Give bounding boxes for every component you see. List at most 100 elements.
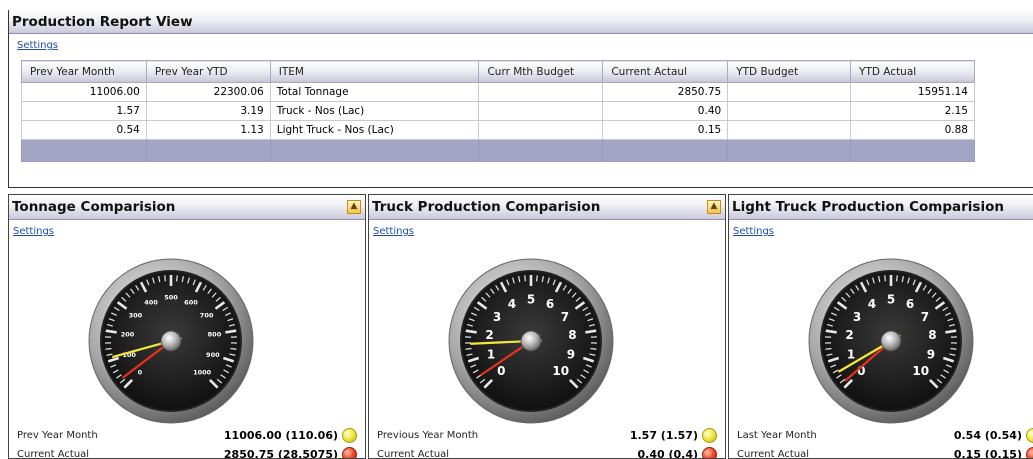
gauge-tick-label: 900 <box>206 351 220 359</box>
red-status-icon <box>702 446 717 458</box>
light-truck-gauge: 01234 5 678910 <box>808 258 974 424</box>
report-settings-link[interactable]: Settings <box>17 40 58 51</box>
gauge-major-tick <box>585 329 597 334</box>
table-cell: 1.57 <box>21 101 147 121</box>
gauge-tick-label: 600 <box>184 298 198 306</box>
column-header[interactable]: ITEM <box>269 60 480 83</box>
footer-cell <box>269 139 480 162</box>
tonnage-gauge: 01002003004005006007008009001000 <box>88 258 254 424</box>
table-cell <box>727 101 852 121</box>
table-row[interactable]: 0.54 1.13 Light Truck - Nos (Lac) 0.15 0… <box>21 120 975 140</box>
table-cell: 3.19 <box>145 101 271 121</box>
table-cell <box>727 82 852 102</box>
gauge-major-tick <box>945 329 957 334</box>
gauge-minor-tick <box>590 347 597 350</box>
gauge-minor-tick <box>524 275 526 282</box>
metric-label: Previous Year Month <box>377 429 479 441</box>
light-truck-production-panel: Light Truck Production Comparision Setti… <box>728 194 1033 459</box>
table-cell: 11006.00 <box>21 82 147 102</box>
gauge-minor-tick <box>884 275 886 282</box>
red-status-icon <box>342 446 357 458</box>
column-header[interactable]: Prev Year YTD <box>145 60 271 83</box>
table-cell: 0.40 <box>602 101 729 121</box>
metric-value: 1.57 (1.57) <box>629 428 698 442</box>
table-cell: 1.13 <box>145 120 271 140</box>
gauge-tick-label: 0 <box>497 364 505 378</box>
gauge-minor-tick <box>950 347 957 350</box>
gauge-minor-tick <box>105 347 112 350</box>
gauge-tick-label: 3 <box>493 310 501 324</box>
gauge-tick-label: 10 <box>552 364 569 378</box>
table-row[interactable]: 1.57 3.19 Truck - Nos (Lac) 0.40 2.15 <box>21 101 975 121</box>
yellow-status-icon <box>1026 427 1033 443</box>
column-header[interactable]: YTD Actual <box>850 60 975 83</box>
chevron-up-icon[interactable]: ▲ <box>347 200 361 214</box>
panel-title: Truck Production Comparision <box>369 195 725 220</box>
gauge-hub <box>160 330 182 352</box>
table-header-row: Prev Year Month Prev Year YTD ITEM Curr … <box>21 60 975 83</box>
metric-value: 0.40 (0.4) <box>637 447 698 459</box>
table-cell: 0.54 <box>21 120 147 140</box>
metric-row: Prev Year Month 11006.00 (110.06) <box>17 427 357 443</box>
table-cell: 15951.14 <box>850 82 975 102</box>
chevron-up-icon[interactable]: ▲ <box>707 200 721 214</box>
table-cell: 2850.75 <box>602 82 729 102</box>
gauge-tick-label: 9 <box>567 347 575 361</box>
table-cell: 0.15 <box>602 120 729 140</box>
footer-cell <box>21 139 147 162</box>
gauge-tick-label: 8 <box>568 328 576 342</box>
footer-cell <box>727 139 852 162</box>
yellow-status-icon <box>342 427 357 443</box>
gauge-tick-label: 7 <box>921 310 929 324</box>
gauge-hub <box>880 330 902 352</box>
gauge-tick-label: 1 <box>847 347 855 361</box>
gauge-major-tick <box>105 329 117 334</box>
table-cell <box>478 101 604 121</box>
gauge-minor-tick <box>896 275 898 282</box>
panel-settings-link[interactable]: Settings <box>733 226 774 237</box>
gauge-minor-tick <box>230 347 237 350</box>
gauge-tick-label: 700 <box>200 312 214 320</box>
footer-cell <box>145 139 271 162</box>
gauge-tick-label: 4 <box>508 297 516 311</box>
metric-row: Current Actual 2850.75 (28.5075) <box>17 446 357 459</box>
column-header[interactable]: Current Actaul <box>602 60 729 83</box>
production-report-panel: Production Report View Settings Prev Yea… <box>8 10 1033 188</box>
gauge-hub <box>520 330 542 352</box>
table-cell <box>478 120 604 140</box>
panel-title: Tonnage Comparision <box>9 195 365 220</box>
gauge-major-tick <box>825 329 837 334</box>
gauge-minor-tick <box>536 275 538 282</box>
metric-label: Last Year Month <box>737 429 817 441</box>
table-cell: Truck - Nos (Lac) <box>269 101 480 121</box>
metric-value: 2850.75 (28.5075) <box>223 447 338 459</box>
gauge-tick-label: 10 <box>912 364 929 378</box>
metric-value: 0.15 (0.15) <box>953 447 1022 459</box>
production-table: Prev Year Month Prev Year YTD ITEM Curr … <box>21 60 975 162</box>
gauge-minor-tick <box>825 347 832 350</box>
metric-label: Prev Year Month <box>17 429 98 441</box>
panel-settings-link[interactable]: Settings <box>13 226 54 237</box>
truck-production-panel: Truck Production Comparision ▲ Settings … <box>368 194 726 459</box>
metric-row: Current Actual 0.15 (0.15) <box>737 446 1033 459</box>
gauge-tick-label: 8 <box>928 328 936 342</box>
gauge-tick-label: 400 <box>144 298 158 306</box>
gauge-tick-label: 3 <box>853 310 861 324</box>
table-row[interactable]: 11006.00 22300.06 Total Tonnage 2850.75 … <box>21 82 975 102</box>
gauge-minor-tick <box>164 275 166 282</box>
metric-value: 0.54 (0.54) <box>953 428 1022 442</box>
column-header[interactable]: Prev Year Month <box>21 60 147 83</box>
column-header[interactable]: Curr Mth Budget <box>478 60 604 83</box>
red-status-icon <box>1026 446 1033 458</box>
gauge-tick-label: 5 <box>527 293 535 307</box>
yellow-status-icon <box>702 427 717 443</box>
panel-settings-link[interactable]: Settings <box>373 226 414 237</box>
metric-label: Current Actual <box>17 448 90 459</box>
gauge-tick-label: 300 <box>129 312 143 320</box>
table-cell <box>478 82 604 102</box>
footer-cell <box>478 139 604 162</box>
table-cell: 2.15 <box>850 101 975 121</box>
gauge-minor-tick <box>176 275 178 282</box>
gauge-tick-label: 200 <box>121 331 135 339</box>
column-header[interactable]: YTD Budget <box>727 60 852 83</box>
